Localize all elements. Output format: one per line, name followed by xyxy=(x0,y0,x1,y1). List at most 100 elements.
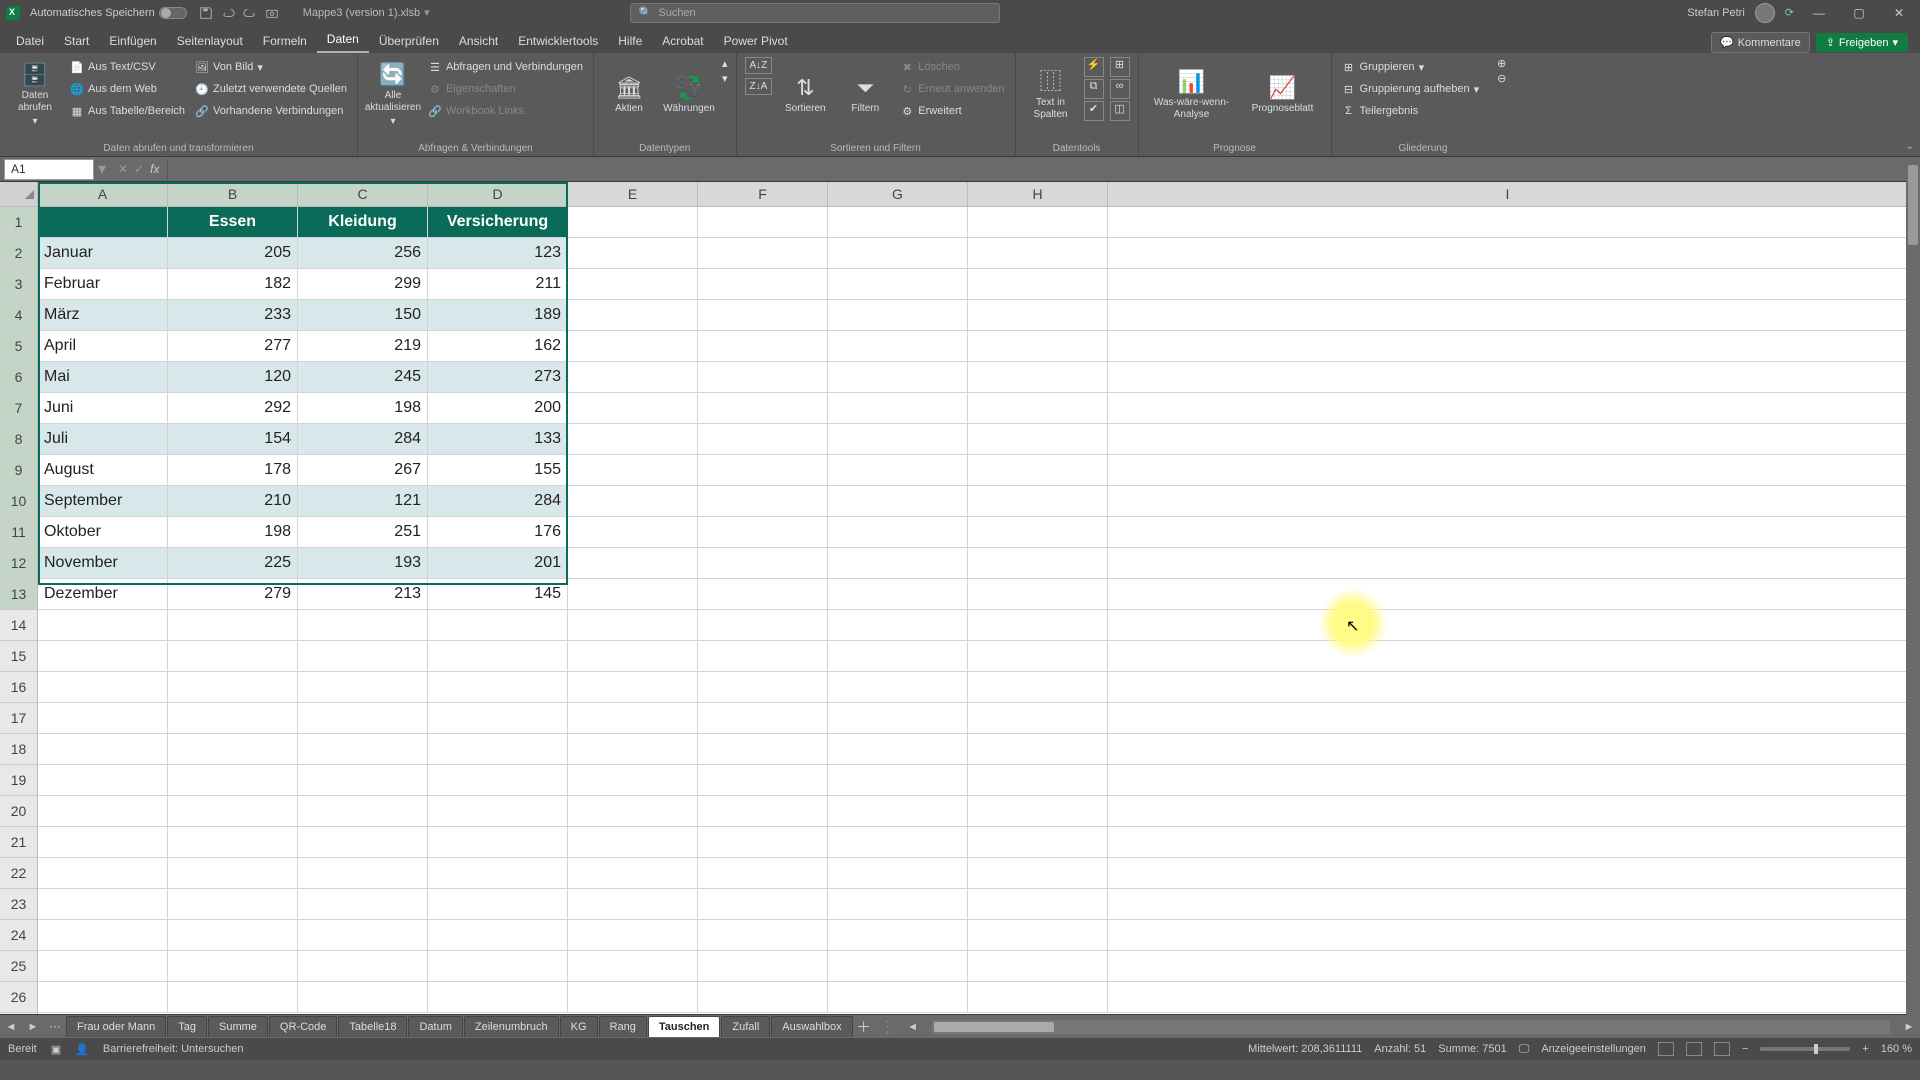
cell[interactable] xyxy=(698,920,828,951)
cell[interactable] xyxy=(568,796,698,827)
cell[interactable]: 279 xyxy=(168,579,298,610)
cell[interactable] xyxy=(1108,796,1908,827)
sheet-list-button[interactable]: ⋯ xyxy=(44,1020,66,1033)
tab-formeln[interactable]: Formeln xyxy=(253,29,317,53)
tab-daten[interactable]: Daten xyxy=(317,27,369,53)
cell[interactable] xyxy=(38,703,168,734)
cell[interactable]: 219 xyxy=(298,331,428,362)
cell[interactable] xyxy=(698,331,828,362)
cell[interactable] xyxy=(828,362,968,393)
cell[interactable] xyxy=(698,455,828,486)
cell[interactable]: 176 xyxy=(428,517,568,548)
sort-button[interactable]: ⇅Sortieren xyxy=(778,57,832,133)
col-header-g[interactable]: G xyxy=(828,182,968,206)
horizontal-scrollbar[interactable] xyxy=(932,1020,1890,1034)
cell[interactable] xyxy=(38,765,168,796)
cell[interactable] xyxy=(698,207,828,238)
sort-desc-icon[interactable]: Z↓A xyxy=(745,78,773,95)
cell[interactable] xyxy=(38,610,168,641)
cell[interactable] xyxy=(968,579,1108,610)
cell[interactable] xyxy=(568,734,698,765)
col-header-e[interactable]: E xyxy=(568,182,698,206)
row-header[interactable]: 2 xyxy=(0,238,37,269)
hscroll-right[interactable]: ► xyxy=(1898,1021,1920,1033)
cell[interactable]: 200 xyxy=(428,393,568,424)
accessibility-icon[interactable]: 👤 xyxy=(75,1043,89,1056)
cell[interactable] xyxy=(168,734,298,765)
cell[interactable]: Juni xyxy=(38,393,168,424)
cell[interactable] xyxy=(968,300,1108,331)
col-header-b[interactable]: B xyxy=(168,182,298,206)
cell[interactable] xyxy=(968,269,1108,300)
zoom-level[interactable]: 160 % xyxy=(1881,1043,1912,1055)
cell[interactable] xyxy=(968,517,1108,548)
cell[interactable]: 211 xyxy=(428,269,568,300)
cell[interactable] xyxy=(428,765,568,796)
tab-datei[interactable]: Datei xyxy=(6,29,54,53)
cell[interactable] xyxy=(1108,393,1908,424)
cell[interactable] xyxy=(828,610,968,641)
cell[interactable]: 193 xyxy=(298,548,428,579)
cell[interactable] xyxy=(698,827,828,858)
add-sheet-button[interactable]: ＋ xyxy=(854,1017,874,1037)
autosave-toggle[interactable] xyxy=(159,7,187,19)
cell[interactable] xyxy=(968,982,1108,1013)
collapse-icon[interactable]: ⊖ xyxy=(1497,72,1506,85)
cell[interactable] xyxy=(298,827,428,858)
cell[interactable]: 277 xyxy=(168,331,298,362)
tab-entwicklertools[interactable]: Entwicklertools xyxy=(508,29,608,53)
tab-einfuegen[interactable]: Einfügen xyxy=(99,29,166,53)
cell[interactable] xyxy=(298,796,428,827)
flash-fill-icon[interactable]: ⚡ xyxy=(1084,57,1104,77)
cell[interactable] xyxy=(698,517,828,548)
queries-connections-button[interactable]: ☰Abfragen und Verbindungen xyxy=(426,57,585,77)
col-header-i[interactable]: I xyxy=(1108,182,1908,206)
row-header[interactable]: 9 xyxy=(0,455,37,486)
sheet-nav-next[interactable]: ► xyxy=(22,1021,44,1033)
cell[interactable] xyxy=(1108,982,1908,1013)
row-header[interactable]: 16 xyxy=(0,672,37,703)
cell[interactable] xyxy=(568,207,698,238)
cell[interactable]: Januar xyxy=(38,238,168,269)
cell[interactable] xyxy=(298,672,428,703)
col-header-h[interactable]: H xyxy=(968,182,1108,206)
cell[interactable] xyxy=(1108,827,1908,858)
row-header[interactable]: 17 xyxy=(0,703,37,734)
cell[interactable] xyxy=(38,827,168,858)
cell[interactable] xyxy=(568,393,698,424)
row-header[interactable]: 7 xyxy=(0,393,37,424)
zoom-slider[interactable] xyxy=(1760,1047,1850,1051)
cell[interactable] xyxy=(168,610,298,641)
from-table-button[interactable]: ▦Aus Tabelle/Bereich xyxy=(68,101,187,121)
collapse-ribbon-button[interactable]: ⌄ xyxy=(1906,141,1914,152)
cell[interactable] xyxy=(828,207,968,238)
cell[interactable] xyxy=(298,641,428,672)
cell[interactable] xyxy=(298,703,428,734)
cell[interactable] xyxy=(38,672,168,703)
cell[interactable] xyxy=(828,331,968,362)
cell[interactable] xyxy=(298,858,428,889)
data-model-icon[interactable]: ◫ xyxy=(1110,101,1130,121)
cell[interactable] xyxy=(568,579,698,610)
cell[interactable] xyxy=(698,424,828,455)
cell[interactable]: 210 xyxy=(168,486,298,517)
zoom-out-button[interactable]: − xyxy=(1742,1043,1748,1055)
cell[interactable]: 225 xyxy=(168,548,298,579)
cell[interactable] xyxy=(428,858,568,889)
row-header[interactable]: 22 xyxy=(0,858,37,889)
cell[interactable] xyxy=(1108,920,1908,951)
cell[interactable] xyxy=(1108,486,1908,517)
row-header[interactable]: 26 xyxy=(0,982,37,1013)
row-header[interactable]: 5 xyxy=(0,331,37,362)
cell[interactable] xyxy=(968,703,1108,734)
cell[interactable]: 162 xyxy=(428,331,568,362)
cell[interactable]: 205 xyxy=(168,238,298,269)
consolidate-icon[interactable]: ⊞ xyxy=(1110,57,1130,77)
cell[interactable] xyxy=(1108,765,1908,796)
cancel-formula-icon[interactable]: ✕ xyxy=(118,162,128,176)
formula-bar[interactable] xyxy=(167,159,1904,180)
cell[interactable]: Juli xyxy=(38,424,168,455)
cell[interactable] xyxy=(428,827,568,858)
cell[interactable] xyxy=(968,362,1108,393)
cell[interactable] xyxy=(698,951,828,982)
